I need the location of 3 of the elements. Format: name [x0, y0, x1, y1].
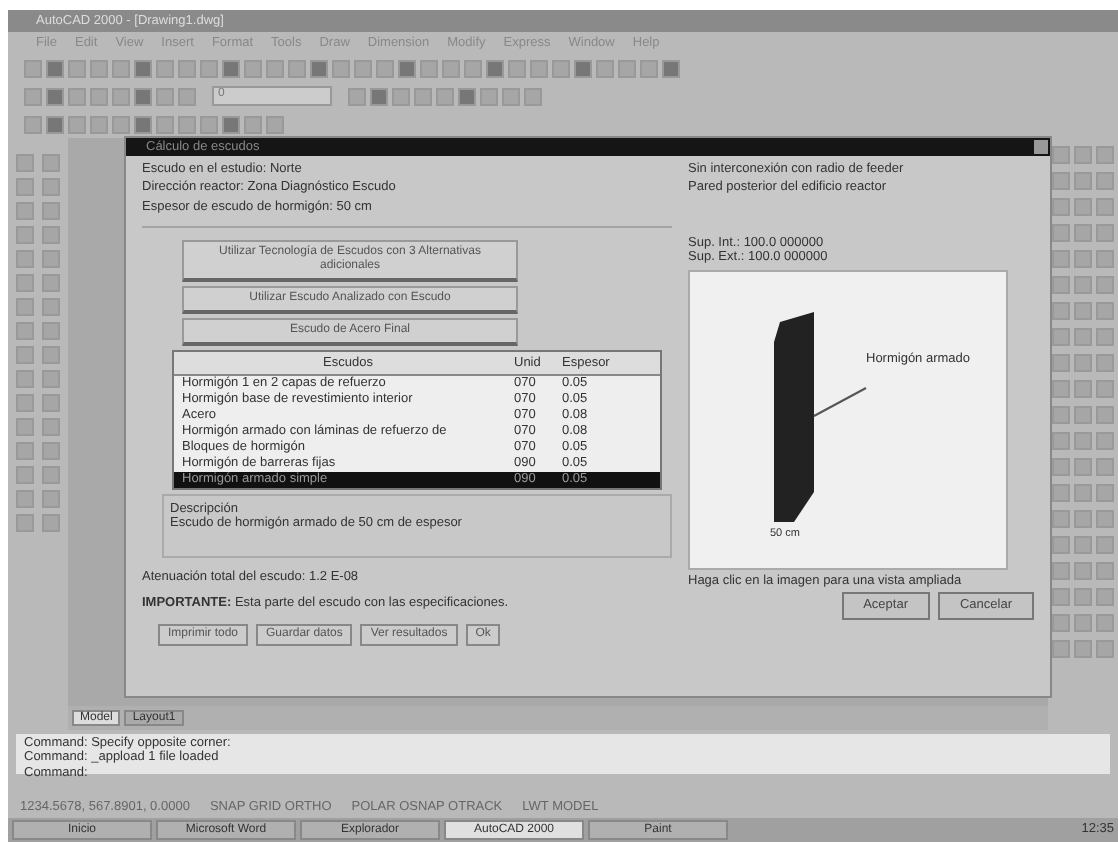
close-icon[interactable] [1034, 140, 1048, 154]
leader-line [813, 386, 867, 417]
shield-list[interactable] [172, 349, 662, 490]
